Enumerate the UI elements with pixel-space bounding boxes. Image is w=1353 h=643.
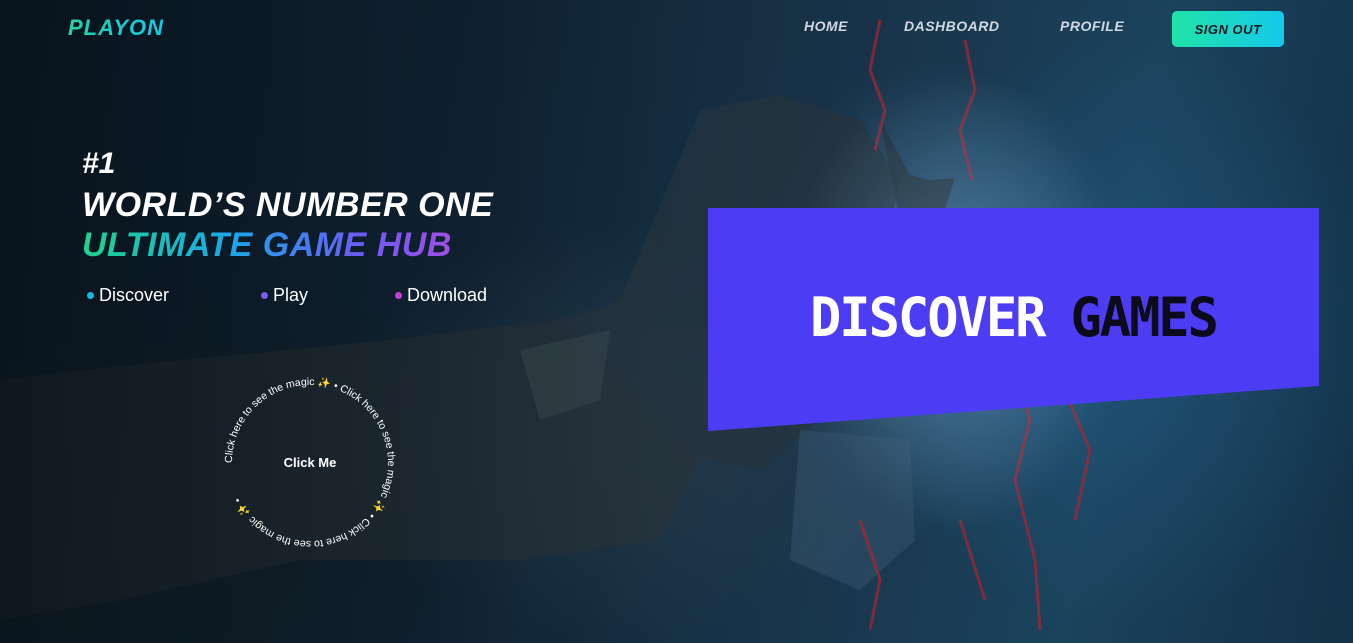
click-me-label: Click Me bbox=[283, 455, 337, 470]
nav-dashboard[interactable]: DASHBOARD bbox=[904, 18, 1000, 34]
feature-label: Play bbox=[273, 285, 309, 305]
hero-rank: #1 bbox=[82, 147, 116, 180]
feature-discover: Discover bbox=[87, 285, 169, 306]
feature-play: Play bbox=[261, 285, 308, 306]
brand-logo[interactable]: PLAYON bbox=[68, 15, 164, 41]
banner-word-discover: DISCOVER bbox=[810, 286, 1046, 350]
discover-games-banner[interactable]: DISCOVER GAMES bbox=[708, 208, 1319, 431]
hero-headline: WORLD’S NUMBER ONE bbox=[82, 186, 494, 224]
feature-label: Download bbox=[407, 285, 488, 305]
nav-profile[interactable]: PROFILE bbox=[1060, 18, 1124, 34]
banner-word-games: GAMES bbox=[1070, 286, 1219, 350]
banner-title: DISCOVER GAMES bbox=[708, 287, 1319, 350]
download-dot-icon bbox=[395, 292, 402, 299]
feature-download: Download bbox=[395, 285, 487, 306]
discover-dot-icon bbox=[87, 292, 94, 299]
play-dot-icon bbox=[261, 292, 268, 299]
magic-click-button[interactable]: Click here to see the magic ✨ • Click he… bbox=[210, 365, 410, 561]
hero-subheadline: ULTIMATE GAME HUB bbox=[82, 226, 452, 264]
nav-home[interactable]: HOME bbox=[804, 18, 848, 34]
sign-out-button[interactable]: SIGN OUT bbox=[1172, 11, 1284, 47]
feature-label: Discover bbox=[99, 285, 170, 305]
